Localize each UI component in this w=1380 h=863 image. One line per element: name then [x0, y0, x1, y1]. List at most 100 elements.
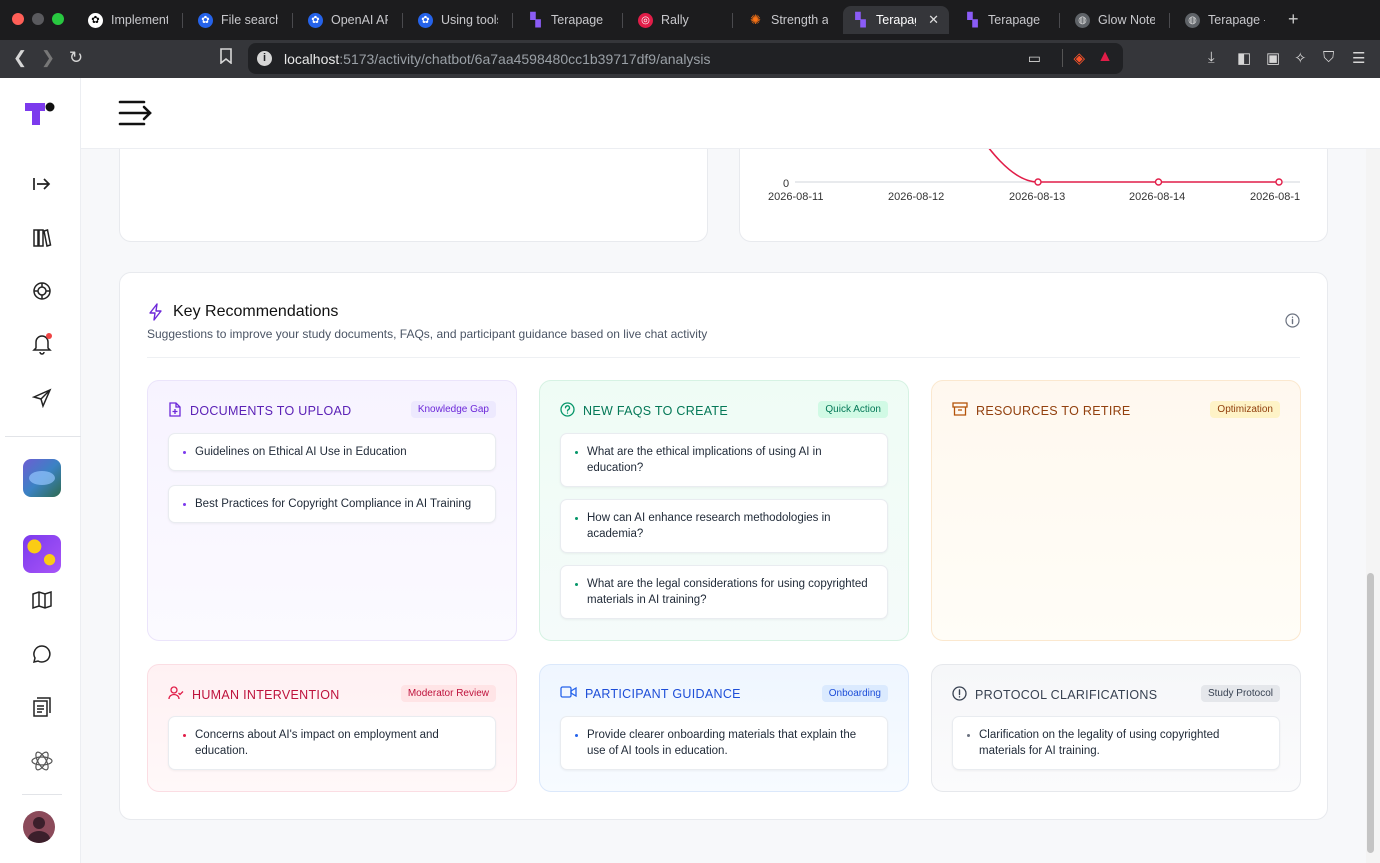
browser-tab-active[interactable]: ▚ Terapag ✕ [843, 6, 949, 34]
globe-icon: ◍ [1075, 12, 1090, 28]
project-thumbnail[interactable] [23, 535, 61, 573]
stats-card [119, 149, 708, 242]
expand-sidebar-icon[interactable] [29, 171, 55, 197]
wallet-icon[interactable]: ▣ [1266, 49, 1280, 67]
panel-title: RESOURCES TO RETIRE [976, 403, 1131, 418]
browser-tab[interactable]: ◎ Rally [628, 6, 728, 34]
globe-icon: ◍ [1185, 12, 1200, 28]
browser-tab[interactable]: ✿ Implementa [78, 6, 178, 34]
navigation-bar: ❮ ❯ ↻ i localhost:5173/activity/chatbot/… [0, 40, 1380, 78]
browser-tab[interactable]: ▚ Terapage [955, 6, 1055, 34]
human-intervention-panel: HUMAN INTERVENTION Moderator Review Conc… [147, 664, 517, 792]
claude-icon: ✺ [750, 12, 761, 27]
panel-title: DOCUMENTS TO UPLOAD [190, 404, 352, 418]
terapage-icon: ▚ [855, 12, 866, 27]
section-subtitle: Suggestions to improve your study docume… [147, 327, 708, 341]
new-tab-icon[interactable]: + [1288, 9, 1299, 30]
back-icon[interactable]: ❮ [10, 48, 30, 68]
send-icon[interactable] [29, 385, 55, 411]
site-info-icon[interactable]: i [257, 51, 272, 66]
chat-icon[interactable] [29, 641, 55, 667]
browser-tab[interactable]: ◍ Terapage - [1175, 6, 1275, 34]
list-item[interactable]: How can AI enhance research methodologie… [560, 499, 888, 553]
list-item[interactable]: Provide clearer onboarding materials tha… [560, 716, 888, 770]
sidebar-toggle-icon[interactable]: ◧ [1237, 49, 1251, 67]
documents-icon[interactable] [29, 694, 55, 720]
list-item[interactable]: Concerns about AI's impact on employment… [168, 716, 496, 770]
scrollbar-thumb[interactable] [1367, 573, 1374, 853]
forward-icon[interactable]: ❯ [38, 48, 58, 68]
help-circle-icon [560, 402, 575, 420]
address-bar[interactable]: i localhost:5173/activity/chatbot/6a7aa4… [248, 43, 1123, 74]
openai-icon: ✿ [418, 12, 433, 28]
x-tick-label: 2026-08-14 [1129, 191, 1186, 203]
browser-tab[interactable]: ✺ Strength ar [738, 6, 838, 34]
openai-icon: ✿ [88, 12, 103, 28]
project-thumbnail[interactable] [23, 459, 61, 497]
panel-title: PARTICIPANT GUIDANCE [585, 686, 741, 701]
download-icon[interactable]: ⤓ [1208, 49, 1215, 66]
browser-tab[interactable]: ✿ OpenAI API [298, 6, 398, 34]
x-tick-label: 2026-08-11 [768, 191, 824, 203]
key-recommendations-card: Key Recommendations Suggestions to impro… [119, 272, 1328, 820]
archive-icon [952, 402, 968, 419]
quick-action-badge: Quick Action [818, 401, 888, 418]
lightning-icon [147, 303, 165, 326]
sidebar [0, 78, 81, 863]
list-item[interactable]: Best Practices for Copyright Compliance … [168, 485, 496, 523]
x-tick-label: 2026-08-12 [888, 191, 945, 203]
browser-tab[interactable]: ✿ Using tools [408, 6, 508, 34]
browser-tab[interactable]: ◍ Glow Notes [1065, 6, 1165, 34]
main-content: 0 2026-08-11 2026-08-12 2026-08-13 2026-… [81, 149, 1366, 863]
panel-title: NEW FAQS TO CREATE [583, 404, 729, 418]
ai-atom-icon[interactable] [29, 748, 55, 774]
minimize-window-button[interactable] [32, 13, 44, 25]
data-point [1154, 178, 1163, 186]
url-text: localhost:5173/activity/chatbot/6a7aa459… [284, 50, 711, 67]
list-item[interactable]: Guidelines on Ethical AI Use in Educatio… [168, 433, 496, 471]
map-icon[interactable] [29, 587, 55, 613]
browser-tab[interactable]: ✿ File search [188, 6, 288, 34]
browser-chrome: ✿ Implementa ✿ File search ✿ OpenAI API … [0, 0, 1380, 78]
study-protocol-badge: Study Protocol [1200, 685, 1280, 702]
leo-ai-icon[interactable]: ✧ [1294, 49, 1307, 67]
chart-card: 0 2026-08-11 2026-08-12 2026-08-13 2026-… [739, 149, 1328, 242]
bookmark-icon[interactable] [216, 48, 236, 69]
terapage-icon: ▚ [967, 12, 978, 27]
avatar[interactable] [23, 811, 55, 843]
reload-icon[interactable]: ↻ [66, 48, 86, 68]
close-tab-icon[interactable]: ✕ [928, 12, 939, 28]
list-item[interactable]: Clarification on the legality of using c… [952, 716, 1280, 770]
menu-icon[interactable]: ☰ [1352, 49, 1365, 67]
terapage-icon: ▚ [530, 12, 541, 27]
close-window-button[interactable] [12, 13, 24, 25]
optimization-badge: Optimization [1210, 401, 1280, 418]
maximize-window-button[interactable] [52, 13, 64, 25]
menu-toggle-icon[interactable] [118, 99, 154, 132]
list-item[interactable]: What are the legal considerations for us… [560, 565, 888, 619]
file-plus-icon [168, 402, 182, 420]
window-controls [12, 13, 64, 25]
analytics-icon[interactable] [29, 278, 55, 304]
notifications-icon[interactable] [29, 331, 55, 357]
cast-icon[interactable]: ▭ [1028, 50, 1041, 67]
list-item[interactable]: What are the ethical implications of usi… [560, 433, 888, 487]
tab-bar: ✿ Implementa ✿ File search ✿ OpenAI API … [0, 0, 1380, 40]
vpn-icon[interactable]: ⛉ [1323, 49, 1334, 66]
new-faqs-panel: NEW FAQS TO CREATE Quick Action What are… [539, 380, 909, 641]
moderator-review-badge: Moderator Review [400, 685, 496, 702]
x-tick-label: 2026-08-13 [1009, 191, 1066, 203]
browser-tab[interactable]: ▚ Terapage [518, 6, 618, 34]
brave-shield-icon[interactable]: ◈ [1073, 49, 1085, 67]
rally-icon: ◎ [638, 12, 653, 28]
brave-rewards-icon[interactable]: ▲ [1097, 48, 1113, 66]
app-page: 0 2026-08-11 2026-08-12 2026-08-13 2026-… [0, 78, 1380, 863]
resources-to-retire-panel: RESOURCES TO RETIRE Optimization [931, 380, 1301, 641]
library-icon[interactable] [29, 225, 55, 251]
info-icon[interactable] [1285, 313, 1300, 333]
panel-title: HUMAN INTERVENTION [192, 687, 340, 702]
series-line [988, 149, 1279, 183]
participant-guidance-panel: PARTICIPANT GUIDANCE Onboarding Provide … [539, 664, 909, 792]
terapage-logo [25, 102, 57, 131]
documents-to-upload-panel: DOCUMENTS TO UPLOAD Knowledge Gap Guidel… [147, 380, 517, 641]
